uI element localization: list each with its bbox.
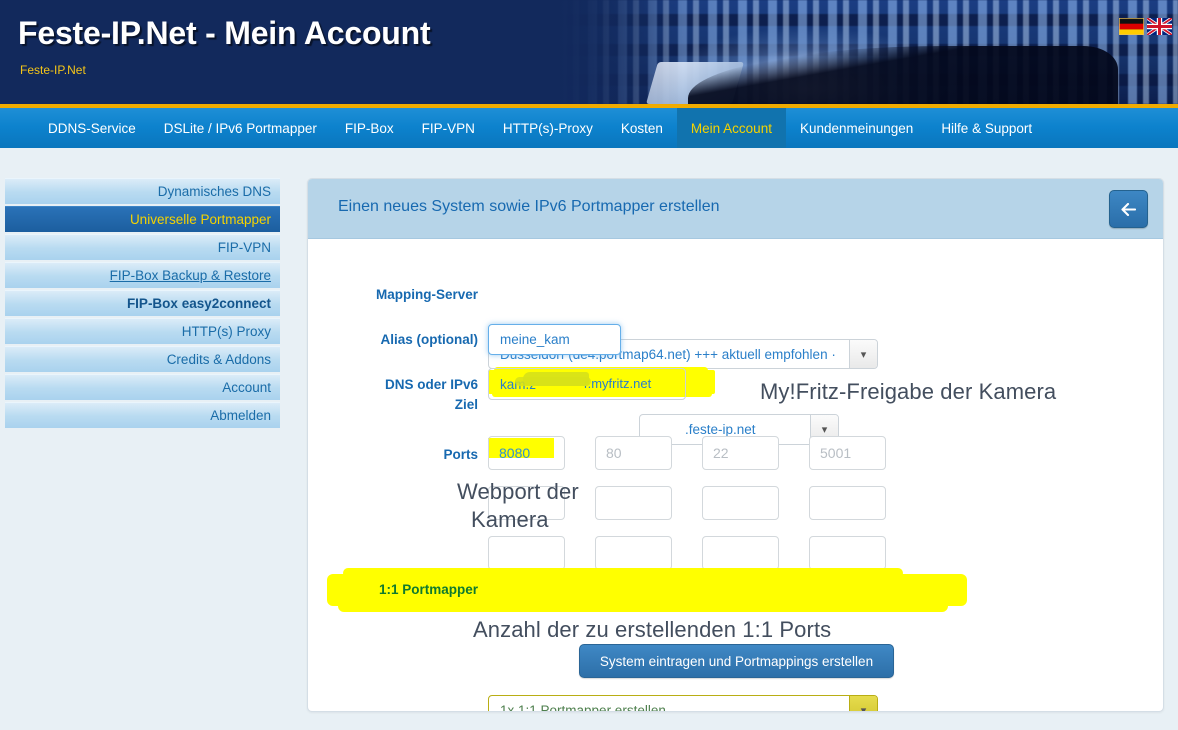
site-subtitle: Feste-IP.Net xyxy=(20,63,86,77)
port-input-r2c2[interactable] xyxy=(595,486,672,520)
german-flag-icon[interactable] xyxy=(1119,18,1144,35)
alias-domain-value: .feste-ip.net xyxy=(685,422,756,437)
panel-header: Einen neues System sowie IPv6 Portmapper… xyxy=(308,179,1163,239)
port-input-r1c2[interactable] xyxy=(595,436,672,470)
sidebar-item-abmelden[interactable]: Abmelden xyxy=(5,402,280,428)
nav-item-kosten[interactable]: Kosten xyxy=(607,108,677,148)
sidebar-item-https-proxy[interactable]: HTTP(s) Proxy xyxy=(5,318,280,344)
annotation-myfritz: My!Fritz-Freigabe der Kamera xyxy=(760,379,1057,404)
sidebar-item-account[interactable]: Account xyxy=(5,374,280,400)
nav-item-https-proxy[interactable]: HTTP(s)-Proxy xyxy=(489,108,607,148)
port-input-r2c4[interactable] xyxy=(809,486,886,520)
language-switcher[interactable] xyxy=(1119,18,1172,35)
port-input-r3c1[interactable] xyxy=(488,536,565,570)
label-one-to-one-portmapper: 1:1 Portmapper xyxy=(378,582,478,597)
portmapper-highlight-marker-bottom xyxy=(338,600,948,612)
back-button[interactable] xyxy=(1109,190,1148,228)
submit-button[interactable]: System eintragen und Portmappings erstel… xyxy=(579,644,894,678)
label-ports: Ports xyxy=(443,447,478,462)
sidebar-item-fip-vpn[interactable]: FIP-VPN xyxy=(5,234,280,260)
nav-item-hilfe-support[interactable]: Hilfe & Support xyxy=(927,108,1046,148)
sidebar-item-fip-box-easy2connect[interactable]: FIP-Box easy2connect xyxy=(5,290,280,316)
arrow-left-icon xyxy=(1121,202,1136,216)
chevron-down-icon[interactable]: ▾ xyxy=(849,696,877,711)
port-input-r1c1[interactable] xyxy=(488,436,565,470)
sidebar: Dynamisches DNS Universelle Portmapper F… xyxy=(5,178,280,430)
label-dns-target-line1: DNS oder IPv6 xyxy=(384,377,478,392)
port-input-r2c1[interactable] xyxy=(488,486,565,520)
one-to-one-portmapper-value: 1x 1:1 Portmapper erstellen xyxy=(500,702,666,712)
dns-target-value-suffix: r.myfritz.net xyxy=(584,376,652,391)
sidebar-item-credits-addons[interactable]: Credits & Addons xyxy=(5,346,280,372)
port-input-r3c3[interactable] xyxy=(702,536,779,570)
label-mapping-server: Mapping-Server xyxy=(375,287,478,302)
site-header: Feste-IP.Net - Mein Account Feste-IP.Net xyxy=(0,0,1178,104)
sidebar-item-dynamisches-dns[interactable]: Dynamisches DNS xyxy=(5,178,280,204)
label-alias: Alias (optional) xyxy=(380,332,479,347)
nav-item-kundenmeinungen[interactable]: Kundenmeinungen xyxy=(786,108,927,148)
chevron-down-icon[interactable]: ▾ xyxy=(849,340,877,368)
nav-item-ddns-service[interactable]: DDNS-Service xyxy=(34,108,150,148)
nav-item-dslite-ipv6-portmapper[interactable]: DSLite / IPv6 Portmapper xyxy=(150,108,331,148)
port-input-r3c2[interactable] xyxy=(595,536,672,570)
label-dns-target-line2: Ziel xyxy=(454,397,478,412)
annotation-anzahl: Anzahl der zu erstellenden 1:1 Ports xyxy=(473,617,832,642)
nav-item-fip-vpn[interactable]: FIP-VPN xyxy=(408,108,489,148)
alias-input[interactable] xyxy=(488,324,621,355)
nav-item-fip-box[interactable]: FIP-Box xyxy=(331,108,408,148)
uk-flag-icon[interactable] xyxy=(1147,18,1172,35)
panel-title: Einen neues System sowie IPv6 Portmapper… xyxy=(338,198,720,215)
nav-item-mein-account[interactable]: Mein Account xyxy=(676,108,786,148)
content-panel: Einen neues System sowie IPv6 Portmapper… xyxy=(307,178,1164,712)
one-to-one-portmapper-select[interactable]: 1x 1:1 Portmapper erstellen ▾ xyxy=(488,695,878,712)
main-navigation: DDNS-Service DSLite / IPv6 Portmapper FI… xyxy=(0,108,1178,148)
port-input-r1c4[interactable] xyxy=(809,436,886,470)
page-title: Feste-IP.Net - Mein Account xyxy=(18,15,431,51)
port-input-r3c4[interactable] xyxy=(809,536,886,570)
port-input-r1c3[interactable] xyxy=(702,436,779,470)
sidebar-item-fip-box-backup-restore[interactable]: FIP-Box Backup & Restore xyxy=(5,262,280,288)
page-body: Dynamisches DNS Universelle Portmapper F… xyxy=(0,148,1178,730)
port-input-r2c3[interactable] xyxy=(702,486,779,520)
sidebar-item-universelle-portmapper[interactable]: Universelle Portmapper xyxy=(5,206,280,232)
